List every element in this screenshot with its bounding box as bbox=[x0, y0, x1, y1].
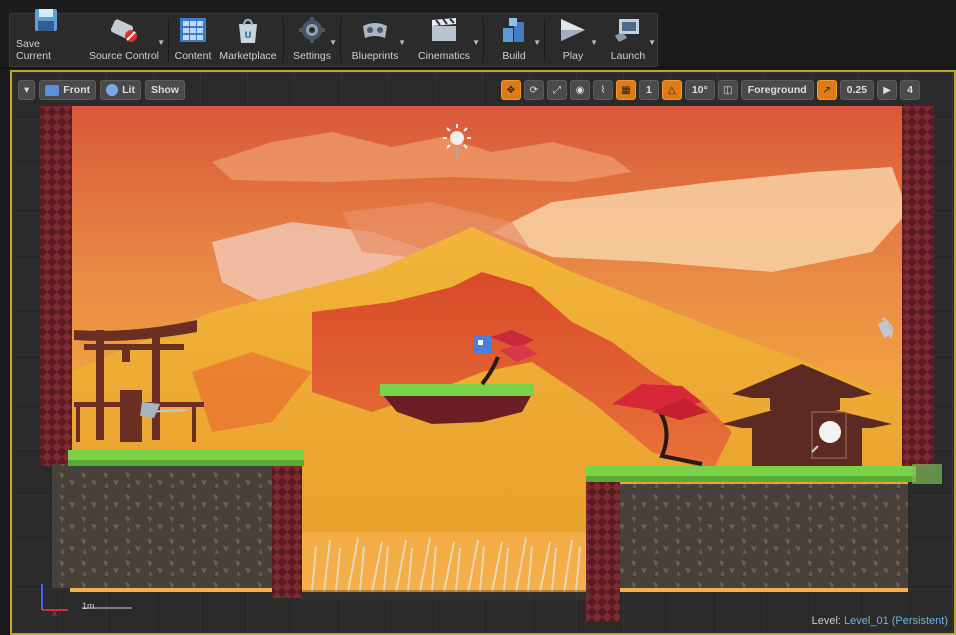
rotation-snap-icon[interactable]: △ bbox=[661, 80, 682, 100]
right-wall[interactable] bbox=[902, 106, 934, 466]
scale-tool-icon[interactable]: ⤢ bbox=[547, 80, 567, 100]
left-wall[interactable] bbox=[40, 106, 72, 466]
play-icon bbox=[558, 15, 588, 45]
front-view-icon bbox=[45, 84, 60, 96]
right-ground-platform[interactable] bbox=[586, 464, 942, 622]
layer-dropdown[interactable]: Foreground bbox=[740, 80, 814, 100]
save-icon bbox=[31, 7, 61, 33]
settings-icon bbox=[297, 15, 327, 45]
toolbar-divider bbox=[544, 18, 545, 62]
toolbar-divider bbox=[340, 18, 341, 62]
chevron-down-icon[interactable]: ▼ bbox=[648, 38, 656, 47]
source-control-icon bbox=[109, 15, 139, 45]
content-button[interactable]: Content bbox=[171, 14, 215, 66]
level-viewport[interactable]: x ▾ Front Lit Show ✥ ⟳ ⤢ ◉ ⌇ ▦ 1 △ 10° ◫… bbox=[10, 70, 956, 635]
grid-snap-icon[interactable]: ▦ bbox=[616, 80, 636, 100]
scale-snap-icon[interactable]: ↗ bbox=[816, 80, 837, 100]
chevron-down-icon[interactable]: ▼ bbox=[533, 38, 541, 47]
level-scene[interactable]: x bbox=[12, 72, 956, 635]
left-ground-platform[interactable] bbox=[52, 450, 304, 598]
chevron-down-icon[interactable]: ▼ bbox=[398, 38, 406, 47]
level-prefix: Level: bbox=[811, 615, 841, 627]
marketplace-button[interactable]: U Marketplace bbox=[215, 14, 281, 66]
marketplace-icon: U bbox=[233, 15, 263, 45]
scale-bar-label: 1m bbox=[82, 601, 95, 611]
lighting-mode-button[interactable]: Lit bbox=[100, 80, 141, 100]
chevron-down-icon[interactable]: ▼ bbox=[329, 38, 337, 47]
pit-floor bbox=[302, 590, 592, 600]
launch-button[interactable]: Launch ▼ bbox=[599, 14, 657, 66]
build-button[interactable]: Build ▼ bbox=[486, 14, 542, 66]
toolbar-group: Save Current Source Control ▼ Content U … bbox=[9, 9, 658, 67]
chevron-down-icon[interactable]: ▼ bbox=[472, 38, 480, 47]
chevron-down-icon[interactable]: ▼ bbox=[157, 38, 165, 47]
toolbar-divider bbox=[168, 18, 169, 62]
source-control-button[interactable]: Source Control ▼ bbox=[82, 14, 166, 66]
lighting-mode-label: Lit bbox=[122, 84, 135, 96]
play-label: Play bbox=[562, 50, 584, 62]
launch-label: Launch bbox=[610, 50, 646, 62]
content-label: Content bbox=[174, 50, 212, 62]
camera-speed-icon[interactable]: ▶ bbox=[877, 80, 898, 100]
player-character[interactable] bbox=[474, 336, 492, 354]
build-label: Build bbox=[502, 50, 526, 62]
cinematics-icon bbox=[429, 15, 459, 45]
main-toolbar: Save Current Source Control ▼ Content U … bbox=[0, 0, 956, 68]
rotate-tool-icon[interactable]: ⟳ bbox=[524, 80, 544, 100]
toolbar-divider bbox=[283, 18, 284, 62]
viewport-right-controls: ✥ ⟳ ⤢ ◉ ⌇ ▦ 1 △ 10° ◫ Foreground ↗ 0.25 … bbox=[501, 80, 920, 100]
surface-snap-icon[interactable]: ⌇ bbox=[593, 80, 613, 100]
save-current-label: Save Current bbox=[16, 38, 52, 62]
level-name: Level_01 (Persistent) bbox=[844, 615, 948, 627]
transform-space-icon[interactable]: ◉ bbox=[570, 80, 590, 100]
viewport-left-controls: ▾ Front Lit Show bbox=[18, 80, 185, 100]
settings-label: Settings bbox=[293, 50, 331, 62]
marketplace-label: Marketplace bbox=[219, 50, 277, 62]
content-icon bbox=[178, 15, 208, 45]
cinematics-button[interactable]: Cinematics ▼ bbox=[407, 14, 481, 66]
play-button[interactable]: Play ▼ bbox=[547, 14, 599, 66]
camera-speed-value[interactable]: 4 bbox=[900, 80, 920, 100]
launch-icon bbox=[613, 15, 643, 45]
blueprints-button[interactable]: Blueprints ▼ bbox=[343, 14, 407, 66]
show-flags-button[interactable]: Show bbox=[144, 80, 185, 100]
cinematics-label: Cinematics bbox=[418, 50, 470, 62]
scale-snap-value[interactable]: 0.25 bbox=[839, 80, 875, 100]
layer-icon[interactable]: ◫ bbox=[717, 80, 738, 100]
svg-text:x: x bbox=[52, 609, 58, 619]
settings-button[interactable]: Settings ▼ bbox=[286, 14, 338, 66]
rotation-snap-value[interactable]: 10° bbox=[684, 80, 715, 100]
level-indicator: Level: Level_01 (Persistent) bbox=[812, 615, 948, 627]
view-mode-button[interactable]: Front bbox=[39, 80, 97, 100]
chevron-down-icon[interactable]: ▼ bbox=[590, 38, 598, 47]
view-mode-label: Front bbox=[63, 84, 91, 96]
translate-tool-icon[interactable]: ✥ bbox=[501, 80, 521, 100]
show-flags-label: Show bbox=[150, 84, 179, 96]
svg-text:U: U bbox=[244, 31, 251, 41]
viewport-menu-button[interactable]: ▾ bbox=[18, 80, 36, 100]
blueprints-icon bbox=[360, 15, 390, 45]
blueprints-label: Blueprints bbox=[351, 50, 399, 62]
save-current-button[interactable]: Save Current bbox=[10, 9, 82, 66]
source-control-label: Source Control bbox=[88, 50, 160, 62]
grid-snap-value[interactable]: 1 bbox=[639, 80, 659, 100]
lit-icon bbox=[106, 84, 119, 96]
build-icon bbox=[499, 15, 529, 45]
toolbar-divider bbox=[483, 18, 484, 62]
